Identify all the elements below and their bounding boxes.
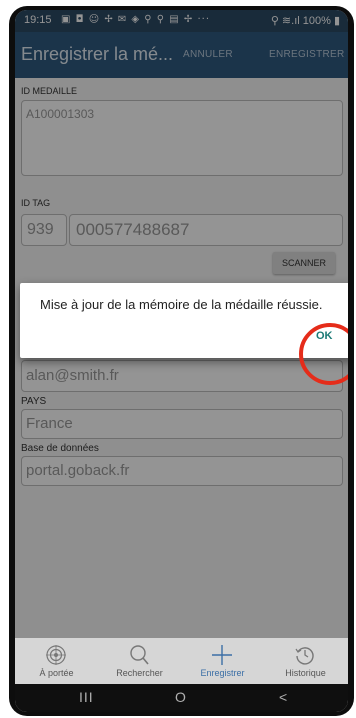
phone-frame: 19:15 ▣ ◘ ☺ ✢ ✉ ◈ ⚲ ⚲ ▤ ✢ ··· ⚲ ≋.ıl 100… (9, 6, 354, 716)
nav-label: À portée (39, 668, 74, 678)
nav-item-enregistrer[interactable]: Enregistrer (181, 638, 264, 684)
success-dialog: Mise à jour de la mémoire de la médaille… (20, 283, 348, 358)
nav-label: Enregistrer (200, 668, 245, 678)
radar-icon (46, 645, 66, 665)
history-icon (295, 647, 314, 665)
back-button[interactable]: < (279, 689, 287, 705)
home-button[interactable]: O (175, 689, 186, 705)
phone-screen: 19:15 ▣ ◘ ☺ ✢ ✉ ◈ ⚲ ⚲ ▤ ✢ ··· ⚲ ≋.ıl 100… (15, 10, 348, 712)
recents-button[interactable]: III (79, 689, 94, 705)
system-nav-bar: III O < (15, 684, 348, 712)
nav-label: Rechercher (116, 668, 163, 678)
plus-icon (212, 645, 232, 665)
nav-item-historique[interactable]: Historique (264, 638, 347, 684)
ok-button[interactable]: OK (316, 330, 333, 342)
search-icon (130, 645, 149, 665)
nav-label: Historique (285, 668, 326, 678)
nav-item-rechercher[interactable]: Rechercher (98, 638, 181, 684)
nav-item-a-portee[interactable]: À portée (15, 638, 98, 684)
dialog-message: Mise à jour de la mémoire de la médaille… (40, 297, 323, 312)
bottom-nav: À portée Rechercher Enregistrer Historiq… (15, 638, 348, 684)
